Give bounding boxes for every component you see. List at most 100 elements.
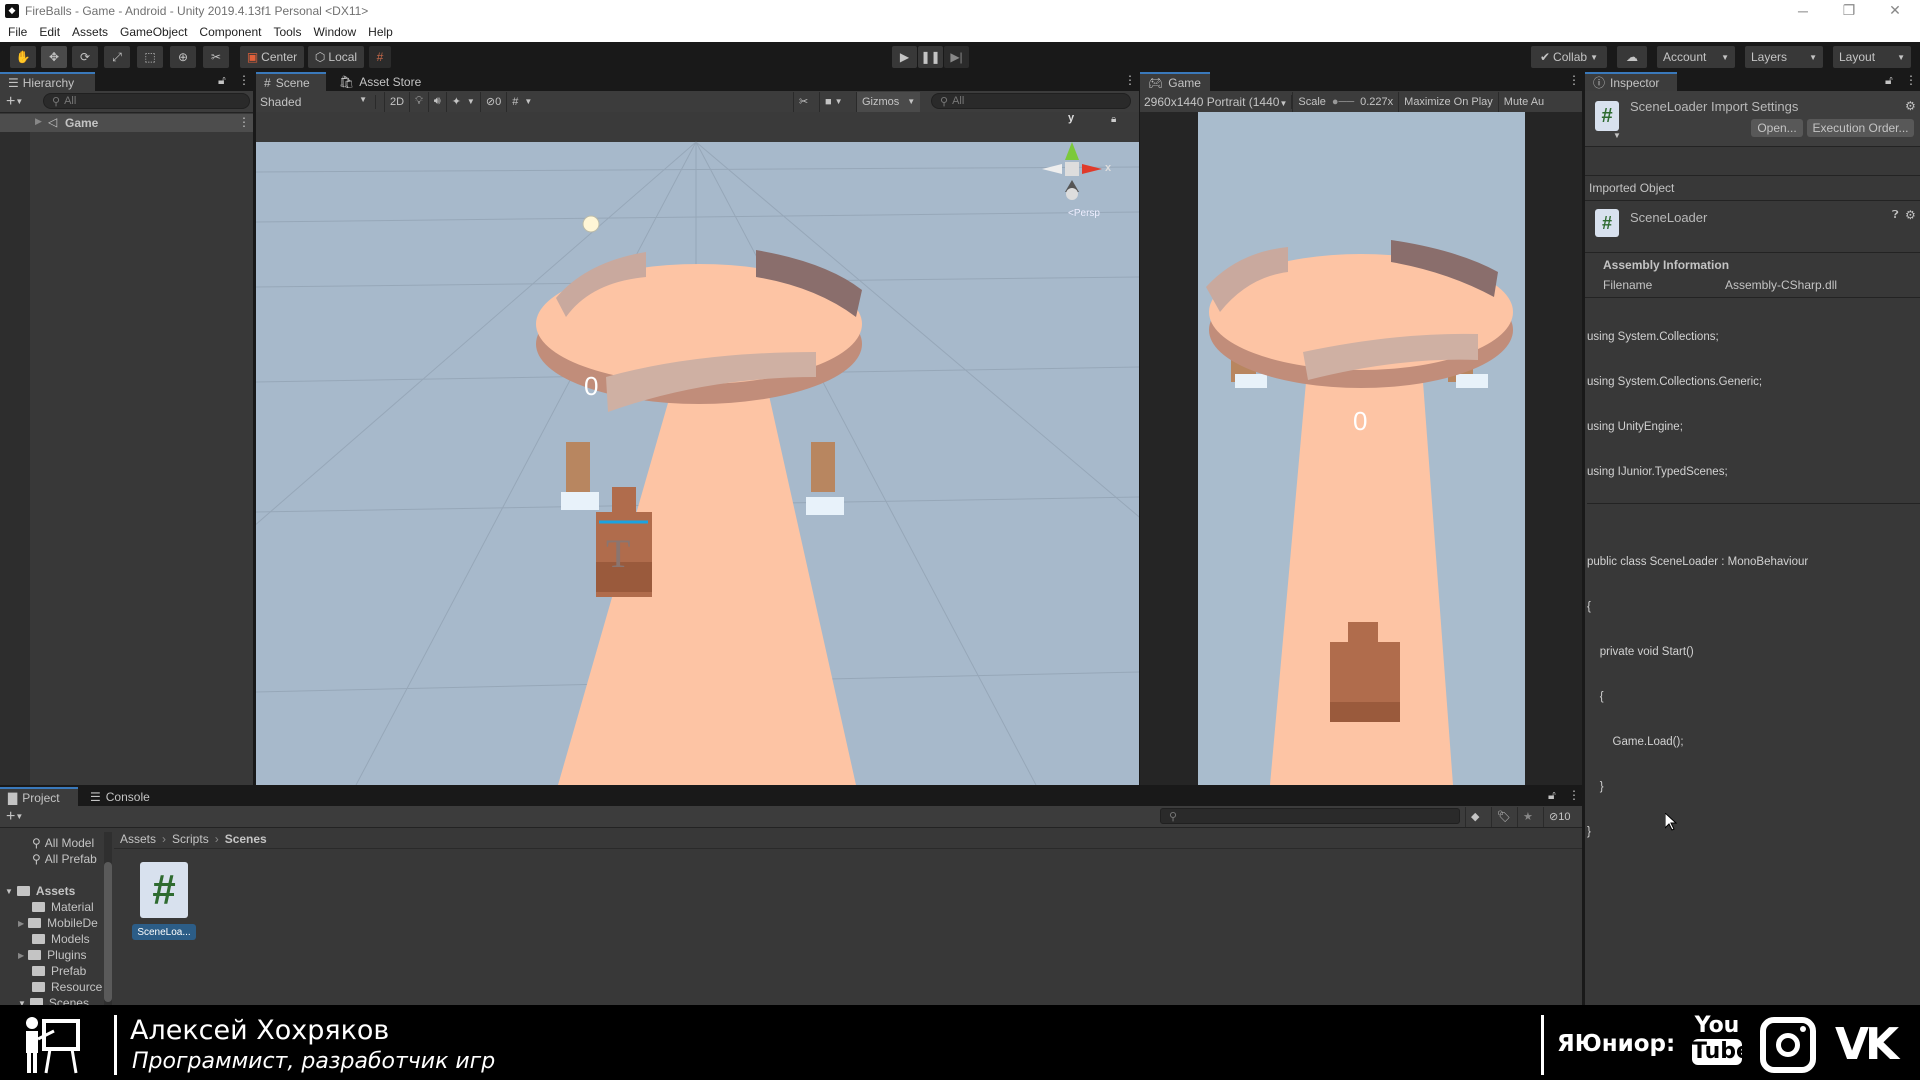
menu-file[interactable]: File [8,25,27,39]
pivot-local-button[interactable]: ⬡ Local [308,46,364,68]
move-tool-button[interactable]: ✥ [41,46,67,68]
tree-item-resource[interactable]: Resource [32,979,102,995]
resolution-dropdown[interactable]: 2960x1440 Portrait (1440▼ [1140,94,1293,109]
scale-slider[interactable]: Scale ●── 0.227x [1292,91,1398,112]
kebab-menu-icon[interactable]: ⋮ [1568,788,1580,802]
expand-arrow-icon[interactable]: ▼ [5,887,13,896]
favorite-all-prefabs[interactable]: ⚲ All Prefab [32,851,97,867]
chevron-down-icon[interactable]: ▼ [15,812,23,821]
favorites-button[interactable]: ★ [1517,806,1538,827]
pivot-center-button[interactable]: ▣ Center [240,46,304,68]
custom-tool-button[interactable]: ✂ [203,46,229,68]
project-search-input[interactable]: ⚲ [1160,808,1460,824]
game-viewport[interactable]: 0 [1198,112,1525,785]
tree-item-plugins[interactable]: ▶ Plugins [18,947,87,963]
play-button[interactable]: ▶ [892,46,917,68]
tree-item-mobilede[interactable]: ▶ MobileDe [18,915,98,931]
effects-dropdown[interactable]: ✦ ▼ [445,91,480,112]
restore-button[interactable]: ❐ [1826,0,1872,21]
2d-toggle[interactable]: 2D [384,91,409,112]
vk-icon[interactable]: VK [1835,1019,1899,1070]
tools-toggle[interactable]: ✂ [793,91,813,112]
expand-arrow-icon[interactable]: ▶ [18,951,24,960]
favorite-all-models[interactable]: ⚲ All Model [32,835,94,851]
cloud-button[interactable]: ☁ [1617,46,1647,68]
layers-dropdown[interactable]: Layers ▼ [1745,46,1823,68]
instagram-icon[interactable] [1760,1017,1816,1073]
kebab-menu-icon[interactable]: ⋮ [1124,73,1136,87]
kebab-menu-icon[interactable]: ⋮ [1568,73,1580,87]
minimize-button[interactable]: ─ [1780,0,1826,21]
help-icon[interactable]: ❓︎ [1892,209,1899,222]
breadcrumb-assets[interactable]: Assets [120,832,156,846]
persp-label[interactable]: <Persp [1068,208,1100,219]
execution-order-button[interactable]: Execution Order... [1807,119,1914,137]
scrollbar-thumb[interactable] [104,862,112,1002]
audio-toggle[interactable]: 🔊︎ [427,91,446,112]
grid-dropdown[interactable]: # ▼ [506,91,537,112]
lock-icon[interactable]: 🔓︎ [1885,73,1893,88]
step-button[interactable]: ▶| [944,46,969,68]
tab-inspector[interactable]: ⓘ Inspector [1585,72,1677,91]
lock-icon[interactable]: 🔓︎ [218,73,226,88]
kebab-menu-icon[interactable]: ⋮ [238,115,250,129]
menu-assets[interactable]: Assets [72,25,108,39]
camera-dropdown[interactable]: ■ ▼ [819,91,848,112]
shading-mode-dropdown[interactable]: Shaded ▼ [256,94,376,109]
hierarchy-search-input[interactable]: ⚲ All [43,93,250,109]
asset-sceneloader[interactable]: # SceneLoa... [132,862,196,946]
tab-console[interactable]: ☰ Console [82,787,162,806]
tab-scene[interactable]: # Scene [256,72,326,91]
rect-tool-button[interactable]: ⬚ [137,46,163,68]
lighting-toggle[interactable]: 💡︎ [409,91,428,112]
layout-dropdown[interactable]: Layout ▼ [1833,46,1911,68]
tab-hierarchy[interactable]: ☰ Hierarchy [0,72,95,91]
tree-item-assets[interactable]: ▼ Assets [5,883,75,899]
rotate-tool-button[interactable]: ⟳ [72,46,98,68]
kebab-menu-icon[interactable]: ⋮ [1905,73,1917,87]
gear-icon[interactable]: ⚙ [1905,208,1916,222]
breadcrumb-scenes[interactable]: Scenes [225,832,267,846]
hidden-packages-toggle[interactable]: ⊘ 10 [1543,806,1575,827]
transform-tool-button[interactable]: ⊕ [170,46,196,68]
filter-by-label-button[interactable]: 🏷︎ [1491,806,1516,827]
maximize-on-play-toggle[interactable]: Maximize On Play [1398,91,1498,112]
hierarchy-item-game[interactable]: ▶ ◁ Game ⋮ [0,114,253,132]
add-icon[interactable]: + [6,93,15,111]
account-dropdown[interactable]: Account ▼ [1657,46,1735,68]
breadcrumb-scripts[interactable]: Scripts [172,832,209,846]
tree-item-models[interactable]: Models [32,931,90,947]
add-icon[interactable]: + [6,808,15,826]
open-button[interactable]: Open... [1751,119,1803,137]
expand-arrow-icon[interactable]: ▶ [35,116,42,127]
tree-item-material[interactable]: Material [32,899,94,915]
snap-button[interactable]: # [369,46,391,68]
menu-gameobject[interactable]: GameObject [120,25,187,39]
scene-viewport[interactable]: 0 T y x 🔒︎ <Persp [256,112,1139,785]
mute-audio-toggle[interactable]: Mute Au [1497,91,1549,112]
scene-search-input[interactable]: ⚲ All [931,93,1131,109]
menu-window[interactable]: Window [313,25,356,39]
menu-tools[interactable]: Tools [273,25,301,39]
hand-tool-button[interactable]: ✋ [10,46,36,68]
menu-component[interactable]: Component [199,25,261,39]
gizmo-lock-icon[interactable]: 🔒︎ [1111,114,1116,125]
collab-dropdown[interactable]: ✔ Collab ▼ [1531,46,1607,68]
tab-asset-store[interactable]: 🛍︎ Asset Store [331,72,431,91]
gizmos-dropdown[interactable]: Gizmos ▼ [856,91,921,112]
tab-game[interactable]: 🎮︎ Game [1140,72,1210,91]
filter-by-type-button[interactable]: ◆ [1465,806,1484,827]
scale-tool-button[interactable]: ⤢ [104,46,130,68]
chevron-down-icon[interactable]: ▼ [15,97,23,106]
kebab-menu-icon[interactable]: ⋮ [238,73,250,87]
menu-help[interactable]: Help [368,25,393,39]
tab-project[interactable]: ▇ Project [0,787,78,806]
tree-scrollbar[interactable] [104,832,112,1006]
tree-item-prefab[interactable]: Prefab [32,963,86,979]
menu-edit[interactable]: Edit [39,25,60,39]
youtube-icon[interactable]: You Tube [1692,1013,1751,1077]
lock-icon[interactable]: 🔓︎ [1548,788,1556,803]
pause-button[interactable]: ❚❚ [918,46,943,68]
slider-handle[interactable]: ●── [1332,96,1354,108]
gear-icon[interactable]: ⚙ [1905,99,1916,113]
